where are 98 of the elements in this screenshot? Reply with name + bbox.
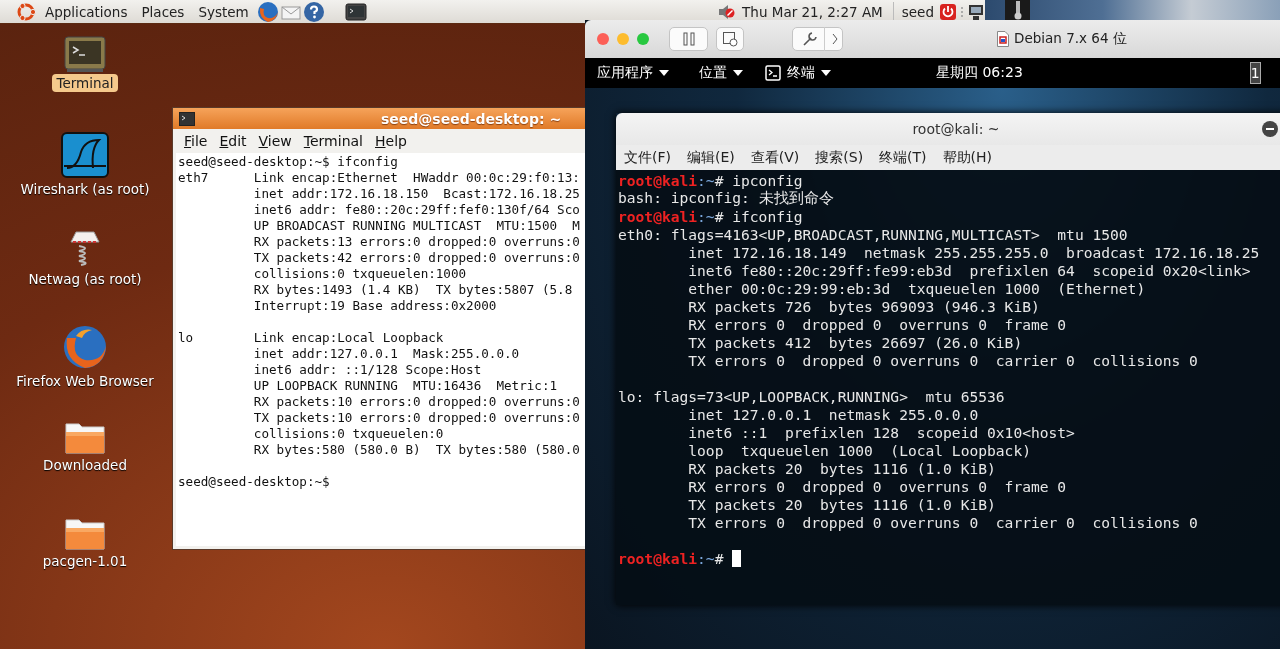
folder-icon[interactable] [65,516,105,550]
terminal-line: inet 172.16.18.149 netmask 255.255.255.0 broadcast 172.16.18.25 [687,243,1260,261]
terminal-line: RX packets:13 errors:0 dropped:0 overruns:0 [252,234,580,250]
panel-menu[interactable]: 位置 [699,64,743,82]
menu-item[interactable]: Edit [214,133,252,149]
terminal-line: inet6 fe80::20c:29ff:fe99:eb3d prefixlen 64 scopeid 0x20<link> [687,261,1251,279]
terminal-line: RX errors 0 dropped 0 overruns 0 frame 0 [687,477,1067,495]
menu-item[interactable]: 编辑(E) [687,148,735,167]
panel-menu[interactable]: 终端 [765,64,831,82]
icon-label[interactable]: pacgen-1.01 [38,552,132,570]
terminal-line: TX packets 20 bytes 1116 (1.0 KiB) [687,495,996,513]
user-name[interactable]: seed [901,3,937,20]
terminal-line: inet addr:172.16.18.150 Bcast:172.16.18.25 [252,186,580,202]
menu-item[interactable]: 搜索(S) [815,148,864,167]
terminal-line: inet6 addr: fe80::20c:29ff:fef0:130f/64 Sco [252,202,580,218]
menu-item[interactable]: Terminal [298,133,368,149]
folder-icon[interactable] [65,420,105,454]
terminal-line: root@kali:~# ipconfig [618,171,803,189]
document-icon [997,31,1009,47]
menu-item[interactable]: 文件(F) [624,148,671,167]
terminal-line: UP BROADCAST RUNNING MULTICAST MTU:1500 M [252,218,580,234]
terminal-icon[interactable] [344,2,367,21]
terminal-line: lo: flags=73<UP,LOOPBACK,RUNNING> mtu 65536 [618,387,1005,405]
terminal-line: RX packets 20 bytes 1116 (1.0 KiB) [687,459,996,477]
terminal-line: RX bytes:580 (580.0 B) TX bytes:580 (580.0 [252,442,580,458]
icon-label[interactable]: Wireshark (as root) [16,180,154,198]
window-title: Debian 7.x 64 位 [1014,30,1127,48]
power-icon[interactable] [939,2,957,21]
terminal-line: inet 127.0.0.1 netmask 255.0.0.0 [687,405,979,423]
terminal-line: TX packets:10 errors:0 dropped:0 overruns:0 [252,410,580,426]
menu-item[interactable]: 终端(T) [879,148,927,167]
muted-speaker-icon[interactable] [718,3,737,20]
window-title: seed@seed-desktop: ~ [381,110,562,127]
shark-fin-icon[interactable] [61,132,109,178]
settings-button[interactable] [792,27,843,51]
clock[interactable]: 星期四 06:23 [936,64,1023,82]
icon-label[interactable]: Downloaded [39,456,131,474]
workspace-indicator[interactable]: 1 [1249,62,1261,84]
firefox-icon[interactable] [256,0,279,23]
terminal-line: collisions:0 txqueuelen:1000 [252,266,467,282]
terminal-line: RX packets:10 errors:0 dropped:0 overruns:0 [252,394,580,410]
terminal-line: eth7 Link encap:Ethernet HWaddr 00:0c:29:f0:13: [178,170,580,186]
terminal-line: ether 00:0c:29:99:eb:3d txqueuelen 1000 (Ethernet) [687,279,1146,297]
panel-menu[interactable]: System [192,3,255,20]
wrench-icon [802,31,818,47]
terminal-line: root@kali:~# [618,549,724,567]
terminal-line: Interrupt:19 Base address:0x2000 [252,298,497,314]
terminal-line: collisions:0 txqueuelen:0 [252,426,444,442]
terminal-line: inet6 addr: ::1/128 Scope:Host [252,362,482,378]
icon-label[interactable]: Terminal [52,74,118,92]
terminal-line: RX errors 0 dropped 0 overruns 0 frame 0 [687,315,1067,333]
terminal-line: TX errors 0 dropped 0 overruns 0 carrier 0 collisions 0 [687,351,1198,369]
terminal-line: seed@seed-desktop:~$ [178,474,330,490]
pause-icon [681,32,696,46]
terminal-line: loop txqueuelen 1000 (Local Loopback) [687,441,1031,459]
pause-button[interactable] [669,27,708,51]
caret-icon [821,70,831,76]
menu-item[interactable]: Help [370,133,412,149]
minimize-button[interactable] [1262,121,1278,137]
zipper-icon [1012,1,1023,21]
menu-item[interactable]: File [179,133,213,149]
clock[interactable]: Thu Mar 21, 2:27 AM [738,3,891,20]
icon-label[interactable]: Firefox Web Browser [12,372,158,390]
close-button[interactable] [597,33,609,45]
network-icon[interactable] [967,2,985,21]
menu-item[interactable]: 查看(V) [750,148,800,167]
panel-menu[interactable]: Places [135,3,191,20]
caret-icon [659,70,669,76]
terminal-line: RX packets 726 bytes 969093 (946.3 KiB) [687,297,1040,315]
terminal-line: inet addr:127.0.0.1 Mask:255.0.0.0 [252,346,520,362]
terminal-icon [765,65,781,81]
panel-menu[interactable]: 应用程序 [597,64,669,82]
menu-item[interactable]: View [253,133,297,149]
snapshot-icon [722,31,738,47]
terminal-line: UP LOOPBACK RUNNING MTU:16436 Metric:1 [252,378,558,394]
terminal-line: root@kali:~# ifconfig [618,207,803,225]
terminal-line: eth0: flags=4163<UP,BROADCAST,RUNNING,MULTICAST> mtu 1500 [618,225,1128,243]
terminal-line: TX packets 412 bytes 26697 (26.0 KiB) [687,333,1023,351]
terminal-icon [179,111,195,126]
terminal-line: bash: ipconfig: 未找到命令 [618,188,834,208]
window-title: root@kali: ~ [912,121,1000,137]
panel-menu[interactable]: Applications [39,3,134,20]
caret-icon [733,70,743,76]
logo-icon[interactable] [15,0,37,23]
terminal-line: TX packets:42 errors:0 dropped:0 overruns:0 [252,250,580,266]
terminal-line: seed@seed-desktop:~$ ifconfig [178,154,398,170]
terminal-line: RX bytes:1493 (1.4 KB) TX bytes:5807 (5.8 [252,282,573,298]
help-icon[interactable] [302,0,325,23]
terminal-line: lo Link encap:Local Loopback [178,330,444,346]
chevron-icon [831,32,839,46]
snapshot-button[interactable] [716,27,744,51]
drag-handle-icon[interactable] [959,4,965,19]
firefox-icon[interactable] [62,324,108,370]
spring-icon[interactable] [67,228,103,268]
terminal-line: TX errors 0 dropped 0 overruns 0 carrier 0 collisions 0 [687,513,1198,531]
terminal-line: inet6 ::1 prefixlen 128 scopeid 0x10<host> [687,423,1075,441]
icon-label[interactable]: Netwag (as root) [24,270,146,288]
menu-item[interactable]: 帮助(H) [942,148,993,167]
